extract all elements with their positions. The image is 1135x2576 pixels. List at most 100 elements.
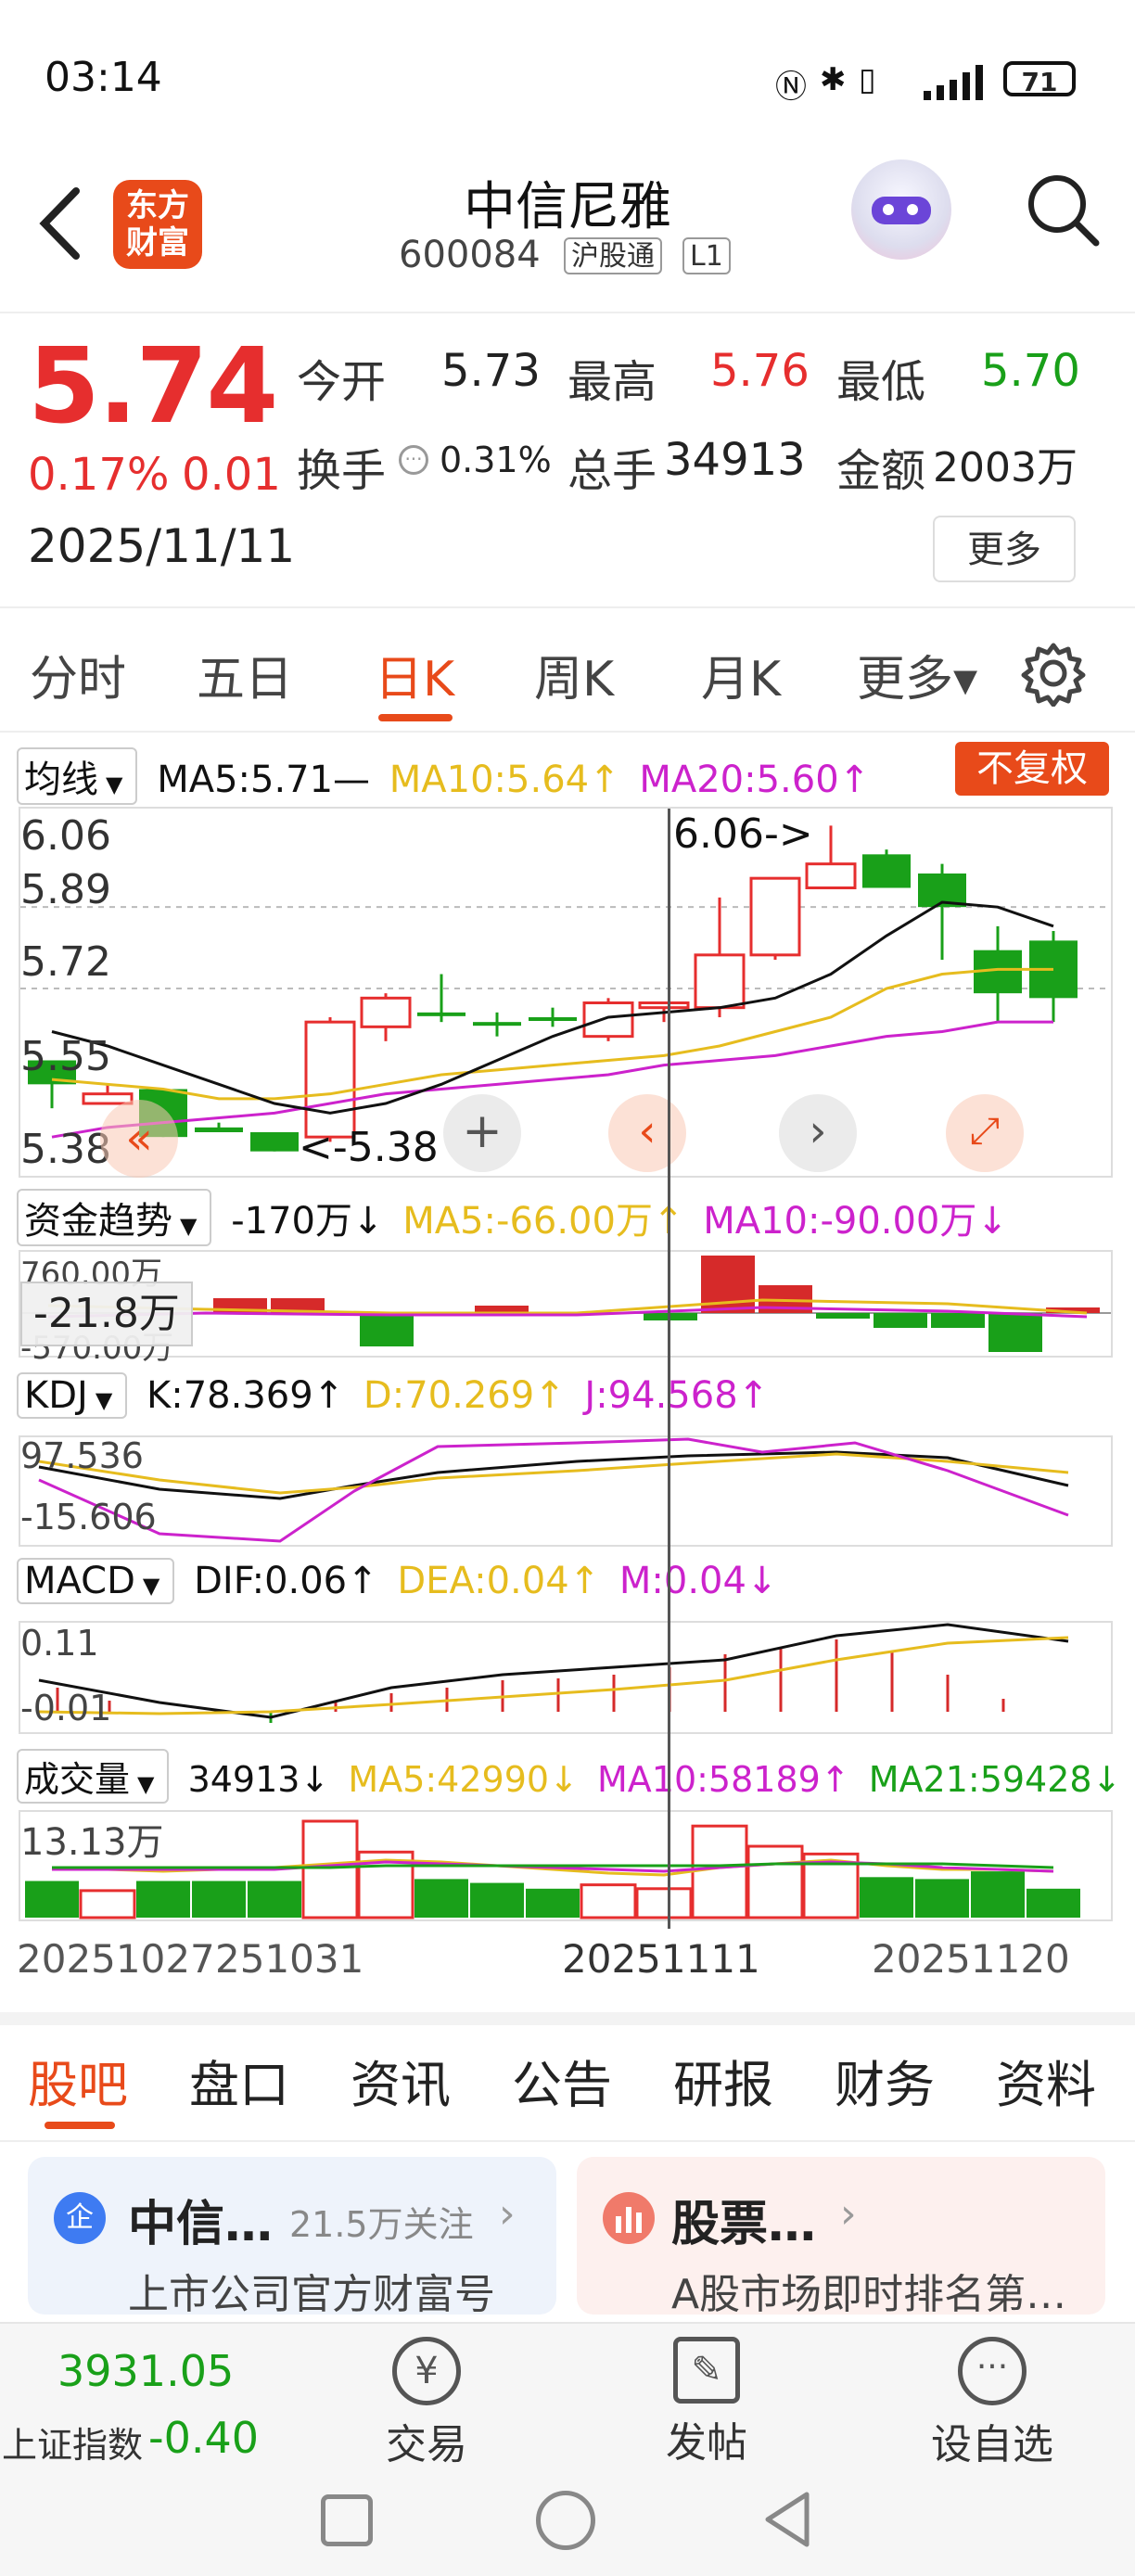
volume-bar bbox=[248, 1881, 301, 1918]
candle bbox=[195, 1122, 243, 1132]
volume-select[interactable]: 成交量 ▼ bbox=[17, 1749, 170, 1804]
candle bbox=[82, 1084, 134, 1105]
volume-bar bbox=[691, 1824, 748, 1919]
high-label: 最高 bbox=[568, 356, 657, 408]
kdj-k: K:78.369↑ bbox=[147, 1374, 345, 1417]
card-title: 中信… bbox=[128, 2197, 274, 2252]
high-value: 5.76 bbox=[710, 345, 810, 397]
tab-intraday[interactable]: 分时 bbox=[30, 640, 126, 709]
home-nav-button[interactable] bbox=[536, 2491, 595, 2550]
candle bbox=[529, 1007, 577, 1027]
status-time: 03:14 bbox=[45, 54, 162, 101]
change-value: 0.01 bbox=[182, 449, 281, 501]
add-watchlist-button[interactable]: ··· 设自选 bbox=[918, 2337, 1066, 2470]
scroll-right-icon[interactable]: › bbox=[779, 1094, 857, 1172]
tab-five-day[interactable]: 五日 bbox=[197, 640, 293, 709]
volume-bar bbox=[860, 1877, 913, 1918]
caret-down-icon: ▼ bbox=[106, 772, 123, 797]
candle bbox=[360, 993, 412, 1041]
macd-bottom-label: -0.01 bbox=[20, 1688, 112, 1728]
divider bbox=[0, 312, 1135, 313]
y-label-1: 6.06 bbox=[20, 812, 111, 860]
company-card[interactable]: 企 中信… 21.5万关注 › 上市公司官方财富号 bbox=[28, 2157, 556, 2318]
macd-chart bbox=[38, 1623, 1069, 1723]
trade-button[interactable]: ¥ 交易 bbox=[371, 2337, 482, 2470]
tab-research[interactable]: 研报 bbox=[673, 2044, 773, 2117]
info-icon[interactable]: ··· bbox=[399, 445, 428, 475]
macd-m: M:0.04↓ bbox=[619, 1560, 778, 1602]
kdj-select[interactable]: KDJ ▼ bbox=[17, 1372, 128, 1419]
bluetooth-icon: ✱ bbox=[820, 61, 847, 98]
volume-legend: 成交量 ▼ 34913↓ MA5:42990↓ MA10:58189↑ MA21:… bbox=[17, 1749, 1129, 1804]
search-icon[interactable] bbox=[1020, 167, 1103, 250]
volume-bar bbox=[580, 1883, 637, 1919]
index-value[interactable]: 3931.05 bbox=[57, 2346, 234, 2396]
scroll-left-fast-icon[interactable]: « bbox=[100, 1100, 178, 1178]
candle bbox=[694, 897, 746, 1017]
vibrate-icon: ▯ bbox=[859, 61, 876, 98]
tab-weekly-k[interactable]: 周K bbox=[534, 640, 614, 709]
macd-select[interactable]: MACD ▼ bbox=[17, 1558, 175, 1604]
candle bbox=[1029, 931, 1078, 1023]
battery-icon: 71 bbox=[1003, 61, 1076, 97]
x-label-right: 20251120 bbox=[872, 1936, 1070, 1982]
adjust-button[interactable]: 不复权 bbox=[955, 742, 1109, 796]
ma20-value: MA20:5.60↑ bbox=[639, 759, 871, 801]
volume-ma10: MA10:58189↑ bbox=[596, 1759, 850, 1800]
crosshair-line bbox=[668, 809, 670, 1929]
fund-ma10: MA10:-90.00万↓ bbox=[703, 1200, 1008, 1243]
yen-icon: ¥ bbox=[392, 2337, 461, 2405]
fund-select[interactable]: 资金趋势 ▼ bbox=[17, 1189, 212, 1246]
tab-guba[interactable]: 股吧 bbox=[28, 2044, 128, 2117]
tab-pankou[interactable]: 盘口 bbox=[189, 2044, 289, 2117]
volume-bar bbox=[746, 1844, 804, 1919]
back-nav-button[interactable] bbox=[760, 2489, 816, 2550]
y-label-2: 5.89 bbox=[20, 866, 111, 913]
back-button[interactable] bbox=[33, 182, 89, 265]
expand-icon[interactable]: ⤢ bbox=[946, 1094, 1024, 1172]
post-button[interactable]: ✎ 发帖 bbox=[651, 2337, 762, 2468]
last-price: 5.74 bbox=[28, 326, 278, 447]
x-label-mid: 20251111 bbox=[562, 1936, 760, 1982]
settings-icon[interactable] bbox=[1020, 640, 1087, 707]
tab-daily-k[interactable]: 日K bbox=[375, 640, 454, 709]
ma-legend: 均线 ▼ MA5:5.71— MA10:5.64↑ MA20:5.60↑ bbox=[17, 747, 877, 805]
candle bbox=[862, 849, 911, 888]
tab-monthly-k[interactable]: 月K bbox=[701, 640, 781, 709]
candle bbox=[974, 925, 1022, 1023]
macd-dea: DEA:0.04↑ bbox=[397, 1560, 601, 1602]
ma-select[interactable]: 均线 ▼ bbox=[17, 747, 138, 805]
tab-announcement[interactable]: 公告 bbox=[512, 2044, 612, 2117]
y-label-3: 5.72 bbox=[20, 938, 111, 986]
zoom-in-icon[interactable]: + bbox=[443, 1094, 521, 1172]
volume-top-label: 13.13万 bbox=[20, 1821, 164, 1864]
tab-finance[interactable]: 财务 bbox=[835, 2044, 935, 2117]
chart-badge-icon bbox=[603, 2192, 655, 2244]
fund-legend: 资金趋势 ▼ -170万↓ MA5:-66.00万↑ MA10:-90.00万↓ bbox=[17, 1189, 1015, 1246]
assistant-avatar[interactable] bbox=[851, 159, 951, 260]
recents-nav-button[interactable] bbox=[321, 2494, 373, 2546]
open-value: 5.73 bbox=[441, 345, 541, 397]
volume-bar bbox=[136, 1881, 190, 1918]
amount-value: 2003万 bbox=[933, 444, 1078, 491]
index-name: 上证指数 bbox=[2, 2425, 144, 2466]
volume-value: 34913↓ bbox=[187, 1759, 330, 1800]
change-pct: 0.17% bbox=[28, 449, 170, 501]
tab-profile[interactable]: 资料 bbox=[996, 2044, 1096, 2117]
chevron-right-icon: › bbox=[499, 2190, 516, 2238]
caret-down-icon: ▼ bbox=[142, 1573, 160, 1599]
low-label: 最低 bbox=[836, 356, 926, 408]
volume-bar bbox=[470, 1882, 524, 1918]
ma10-value: MA10:5.64↑ bbox=[389, 759, 620, 801]
scroll-left-icon[interactable]: ‹ bbox=[608, 1094, 686, 1172]
volume-bar bbox=[635, 1887, 693, 1919]
turnover-label: 换手 bbox=[297, 445, 387, 497]
amount-label: 金额 bbox=[836, 445, 926, 497]
ranking-card[interactable]: 股票… › A股市场即时排名第… bbox=[577, 2157, 1105, 2318]
volume-label: 总手 bbox=[568, 445, 657, 497]
volume-bar bbox=[79, 1889, 136, 1919]
tab-news[interactable]: 资讯 bbox=[351, 2044, 451, 2117]
tab-more[interactable]: 更多▾ bbox=[857, 640, 977, 709]
volume-bar bbox=[1027, 1888, 1080, 1918]
more-button[interactable]: 更多 bbox=[933, 516, 1076, 582]
